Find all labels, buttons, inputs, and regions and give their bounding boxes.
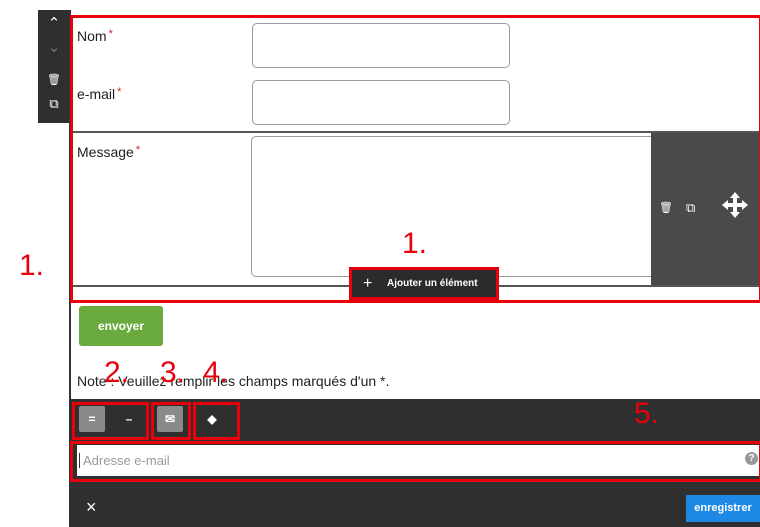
save-button[interactable]: enregistrer [686, 495, 760, 522]
footer-bar [70, 486, 760, 527]
highlight-2 [72, 402, 149, 440]
annotation-4: 4. [203, 356, 229, 389]
annotation-5: 5. [634, 397, 660, 430]
copy-icon[interactable]: ⧉ [38, 94, 70, 114]
highlight-4 [193, 402, 240, 440]
submit-button[interactable]: envoyer [79, 306, 163, 346]
annotation-3: 3. [160, 356, 186, 389]
highlight-5 [70, 441, 760, 482]
delete-icon[interactable]: 🗑 [38, 70, 70, 90]
highlight-form-area [70, 15, 760, 303]
close-icon[interactable]: × [86, 497, 97, 518]
annotation-2: 2. [104, 356, 130, 389]
element-toolbar: ⌃ ⌄ 🗑 ⧉ [38, 10, 70, 123]
move-up-icon[interactable]: ⌃ [38, 14, 70, 34]
move-down-icon[interactable]: ⌄ [38, 38, 70, 58]
annotation-1: 1. [19, 249, 45, 282]
highlight-3 [151, 402, 191, 440]
